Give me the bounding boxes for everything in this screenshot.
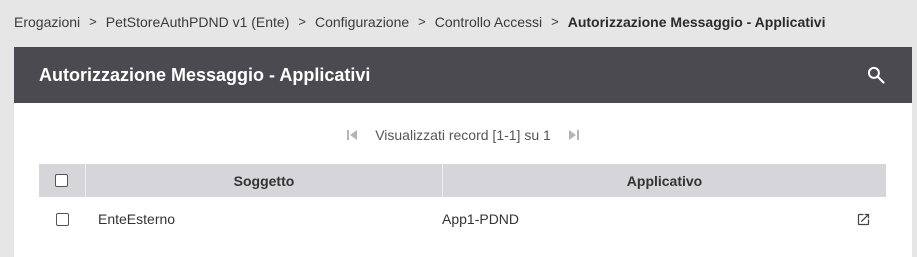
search-icon	[867, 66, 885, 84]
applicativi-table: Soggetto Applicativo EnteEsterno App1-PD…	[39, 164, 886, 241]
breadcrumb-item-configurazione[interactable]: Configurazione	[315, 14, 409, 30]
column-header-soggetto[interactable]: Soggetto	[84, 164, 442, 197]
select-all-cell	[39, 164, 85, 197]
breadcrumb-item-erogazioni[interactable]: Erogazioni	[14, 14, 80, 30]
search-button[interactable]	[864, 63, 888, 87]
applicativo-cell: App1-PDND	[442, 197, 886, 241]
breadcrumb-separator: >	[89, 14, 97, 29]
table-row: EnteEsterno App1-PDND	[39, 197, 886, 241]
applicativo-value: App1-PDND	[442, 211, 520, 227]
page-title: Autorizzazione Messaggio - Applicativi	[39, 64, 371, 85]
first-page-button[interactable]	[345, 128, 359, 142]
breadcrumb-separator: >	[418, 14, 426, 29]
row-select-cell	[39, 197, 85, 241]
pagination-info: Visualizzati record [1-1] su 1	[375, 127, 551, 143]
last-page-icon	[568, 130, 579, 140]
breadcrumb: Erogazioni > PetStoreAuthPDND v1 (Ente) …	[14, 0, 825, 43]
table-header: Soggetto Applicativo	[39, 164, 886, 197]
panel-header: Autorizzazione Messaggio - Applicativi	[14, 47, 912, 103]
open-detail-button[interactable]	[856, 211, 872, 227]
last-page-button[interactable]	[567, 128, 581, 142]
pagination: Visualizzati record [1-1] su 1	[14, 127, 912, 143]
column-header-applicativo[interactable]: Applicativo	[442, 164, 886, 197]
breadcrumb-separator: >	[298, 14, 306, 29]
breadcrumb-separator: >	[551, 14, 559, 29]
breadcrumb-item-erogazione[interactable]: PetStoreAuthPDND v1 (Ente)	[106, 14, 290, 30]
first-page-icon	[347, 130, 358, 140]
breadcrumb-item-controllo-accessi[interactable]: Controllo Accessi	[435, 14, 542, 30]
soggetto-cell: EnteEsterno	[98, 211, 176, 227]
breadcrumb-current: Autorizzazione Messaggio - Applicativi	[567, 13, 826, 30]
open-in-new-icon	[857, 213, 870, 225]
main-panel: Autorizzazione Messaggio - Applicativi V…	[14, 47, 912, 257]
row-checkbox[interactable]	[55, 212, 69, 226]
select-all-checkbox[interactable]	[55, 174, 69, 187]
